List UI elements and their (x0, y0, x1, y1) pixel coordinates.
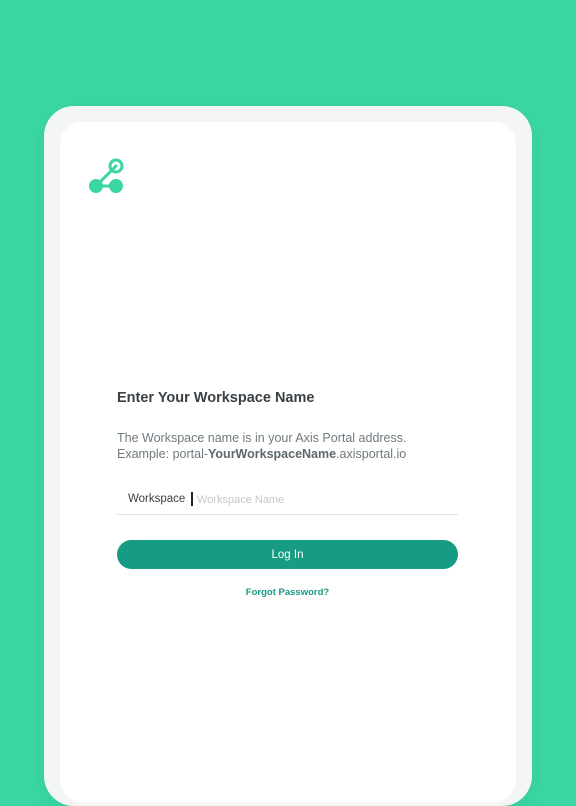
login-button[interactable]: Log In (117, 540, 458, 569)
workspace-input[interactable] (197, 489, 452, 511)
forgot-password-link[interactable]: Forgot Password? (117, 587, 458, 598)
description-workspace-example: YourWorkspaceName (208, 447, 337, 461)
login-screen (60, 122, 516, 802)
description-prefix: Example: portal- (117, 447, 209, 461)
text-caret (191, 492, 193, 506)
workspace-field: Workspace (117, 486, 458, 515)
description-suffix: .axisportal.io (336, 447, 407, 461)
page-title: Enter Your Workspace Name (117, 390, 315, 406)
workspace-field-label: Workspace (128, 493, 186, 505)
workspace-description: The Workspace name is in your Axis Porta… (117, 430, 477, 462)
description-line-1: The Workspace name is in your Axis Porta… (117, 431, 407, 445)
axis-nodes-icon (88, 158, 124, 194)
